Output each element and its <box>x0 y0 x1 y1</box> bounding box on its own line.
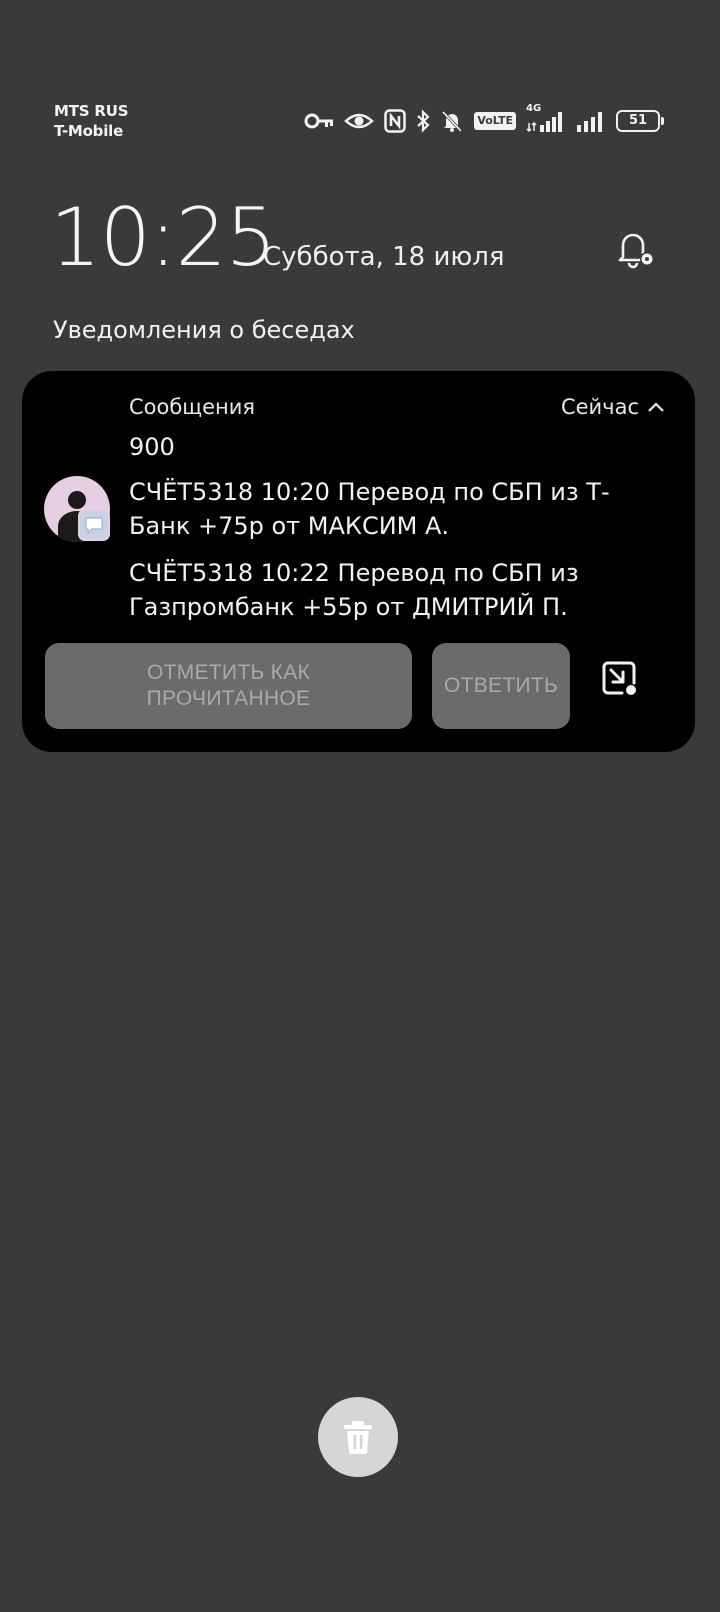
reply-button[interactable]: ОТВЕТИТЬ <box>432 643 570 729</box>
notification-message: СЧЁТ5318 10:22 Перевод по СБП из Газпром… <box>129 559 579 621</box>
carrier-info: MTS RUS T-Mobile <box>54 101 129 141</box>
battery-icon: 51 <box>616 110 664 132</box>
clear-all-button[interactable] <box>318 1397 398 1477</box>
chat-bubble-icon <box>85 517 103 535</box>
carrier-1: MTS RUS <box>54 102 129 120</box>
notification-message: СЧЁТ5318 10:20 Перевод по СБП из Т-Банк … <box>129 478 610 540</box>
messages-app-badge <box>78 509 110 541</box>
notification-card[interactable]: Сообщения Сейчас 900 СЧЁТ5318 10:20 Пере… <box>22 371 695 752</box>
status-icons: VoLTE 4G 51 <box>304 103 664 136</box>
battery-level: 51 <box>628 113 648 128</box>
open-in-app-icon <box>602 661 636 695</box>
notification-time[interactable]: Сейчас <box>561 393 665 421</box>
bell-off-icon <box>440 109 464 133</box>
notification-time-label: Сейчас <box>560 395 639 419</box>
notification-settings-button[interactable] <box>610 222 662 274</box>
open-in-app-button[interactable] <box>597 656 641 700</box>
bell-settings-icon <box>618 233 654 269</box>
section-title: Уведомления о беседах <box>53 316 355 344</box>
eye-icon <box>344 111 375 131</box>
lockscreen-date: Суббота, 18 июля <box>263 242 505 272</box>
bluetooth-icon <box>416 109 430 133</box>
notification-app-name: Сообщения <box>129 395 256 419</box>
network-label: 4G <box>526 103 542 114</box>
trash-icon <box>344 1421 372 1454</box>
signal-4g-icon: 4G <box>526 103 566 133</box>
signal-icon <box>576 109 606 133</box>
volte-icon: VoLTE <box>474 112 516 130</box>
nfc-icon <box>384 109 407 133</box>
carrier-2: T-Mobile <box>54 122 124 140</box>
notification-sender: 900 <box>129 433 175 461</box>
chevron-up-icon[interactable] <box>647 401 665 413</box>
key-icon <box>304 113 334 129</box>
mark-as-read-button[interactable]: ОТМЕТИТЬ КАК ПРОЧИТАННОЕ <box>45 643 412 729</box>
lockscreen-clock: 10:25 <box>50 191 277 284</box>
